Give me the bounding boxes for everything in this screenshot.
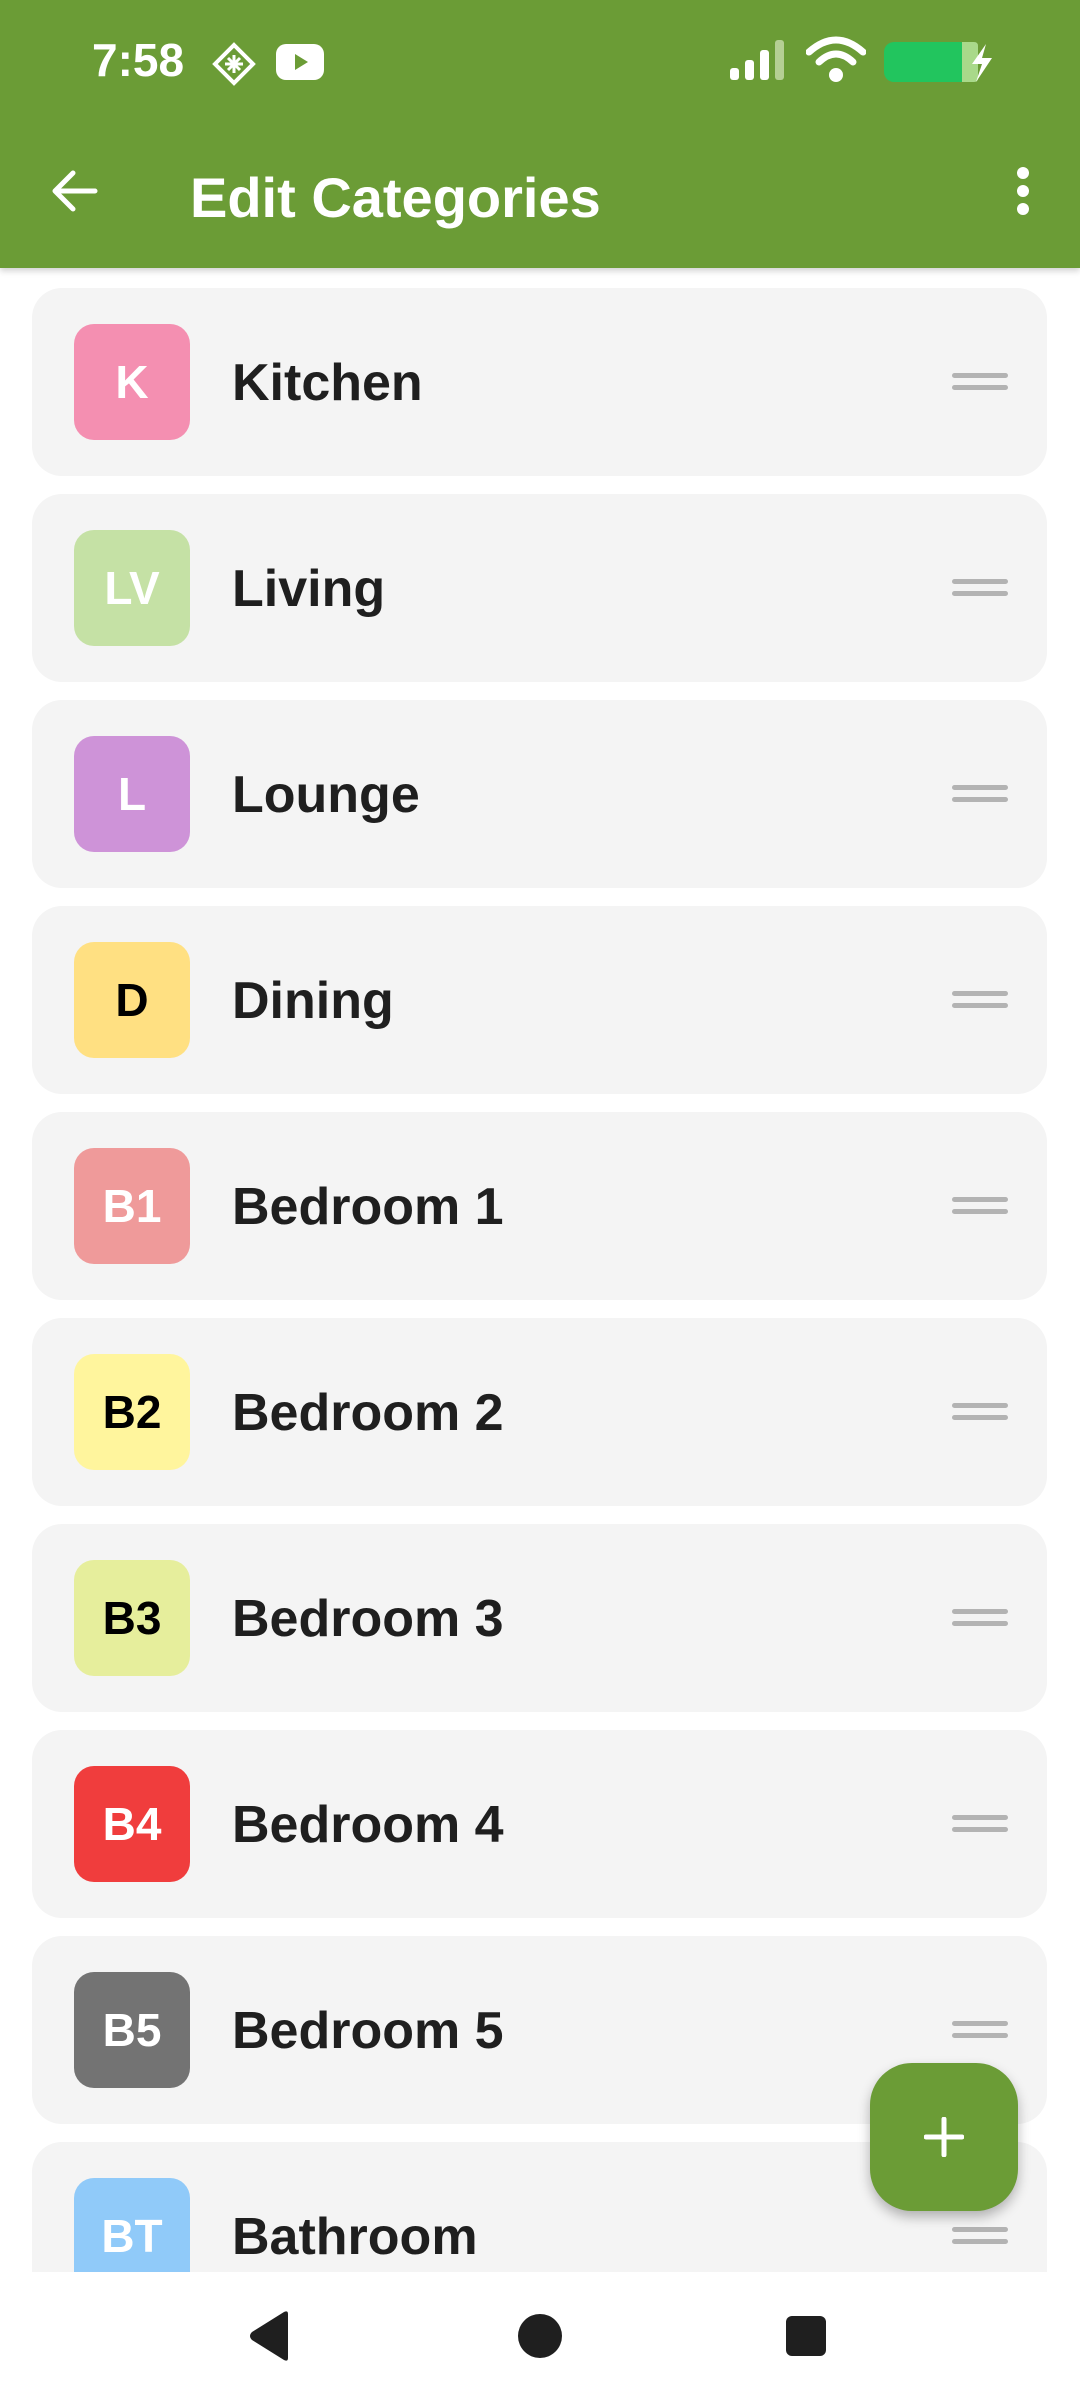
category-name: Bedroom 2 (232, 1384, 504, 1442)
drag-handle-icon[interactable] (952, 988, 1008, 1012)
category-badge: BT (74, 2178, 190, 2272)
authenticator-icon (212, 42, 256, 86)
wifi-icon (806, 36, 866, 82)
category-item[interactable]: D Dining (32, 906, 1047, 1094)
category-badge: B2 (74, 1354, 190, 1470)
cellular-signal-icon (730, 40, 784, 80)
category-name: Bedroom 1 (232, 1178, 504, 1236)
drag-handle-icon[interactable] (952, 576, 1008, 600)
category-name: Bedroom 3 (232, 1590, 504, 1648)
status-time: 7:58 (92, 34, 185, 86)
category-badge: B4 (74, 1766, 190, 1882)
drag-handle-icon[interactable] (952, 1194, 1008, 1218)
category-item[interactable]: K Kitchen (32, 288, 1047, 476)
category-item[interactable]: B3 Bedroom 3 (32, 1524, 1047, 1712)
drag-handle-icon[interactable] (952, 1812, 1008, 1836)
category-name: Kitchen (232, 354, 423, 412)
page-title: Edit Categories (190, 166, 601, 229)
category-badge: D (74, 942, 190, 1058)
system-nav-bar (0, 2272, 1080, 2400)
category-badge: L (74, 736, 190, 852)
add-category-button[interactable] (870, 2063, 1018, 2211)
drag-handle-icon[interactable] (952, 370, 1008, 394)
drag-handle-icon[interactable] (952, 782, 1008, 806)
app-bar: Edit Categories (0, 120, 1080, 268)
category-name: Bathroom (232, 2208, 478, 2266)
status-bar: 7:58 (0, 0, 1080, 120)
nav-recents-button[interactable] (770, 2300, 842, 2372)
category-name: Bedroom 5 (232, 2002, 504, 2060)
back-button[interactable] (40, 156, 110, 226)
nav-back-button[interactable] (234, 2300, 306, 2372)
category-name: Lounge (232, 766, 420, 824)
category-item[interactable]: B1 Bedroom 1 (32, 1112, 1047, 1300)
category-item[interactable]: LV Living (32, 494, 1047, 682)
category-name: Bedroom 4 (232, 1796, 504, 1854)
more-options-button[interactable] (990, 156, 1056, 226)
top-bar: 7:58 Edit Categories (0, 0, 1080, 268)
category-name: Dining (232, 972, 394, 1030)
nav-home-button[interactable] (504, 2300, 576, 2372)
category-list: K Kitchen LV Living L Lounge D Dining B1 Bedroom … (0, 268, 1080, 2272)
category-badge: LV (74, 530, 190, 646)
nav-recents-icon (786, 2316, 826, 2356)
category-badge: B3 (74, 1560, 190, 1676)
drag-handle-icon[interactable] (952, 1400, 1008, 1424)
nav-home-icon (518, 2314, 562, 2358)
category-item[interactable]: B4 Bedroom 4 (32, 1730, 1047, 1918)
arrow-left-icon (52, 170, 98, 212)
drag-handle-icon[interactable] (952, 2224, 1008, 2248)
category-name: Living (232, 560, 386, 618)
category-badge: K (74, 324, 190, 440)
nav-back-icon (250, 2311, 288, 2361)
youtube-icon (276, 44, 324, 80)
category-item[interactable]: B2 Bedroom 2 (32, 1318, 1047, 1506)
category-badge: B5 (74, 1972, 190, 2088)
battery-charging-icon (884, 42, 992, 82)
plus-icon (924, 2117, 964, 2157)
more-vert-icon (1017, 167, 1029, 215)
category-item[interactable]: L Lounge (32, 700, 1047, 888)
drag-handle-icon[interactable] (952, 1606, 1008, 1630)
drag-handle-icon[interactable] (952, 2018, 1008, 2042)
category-badge: B1 (74, 1148, 190, 1264)
